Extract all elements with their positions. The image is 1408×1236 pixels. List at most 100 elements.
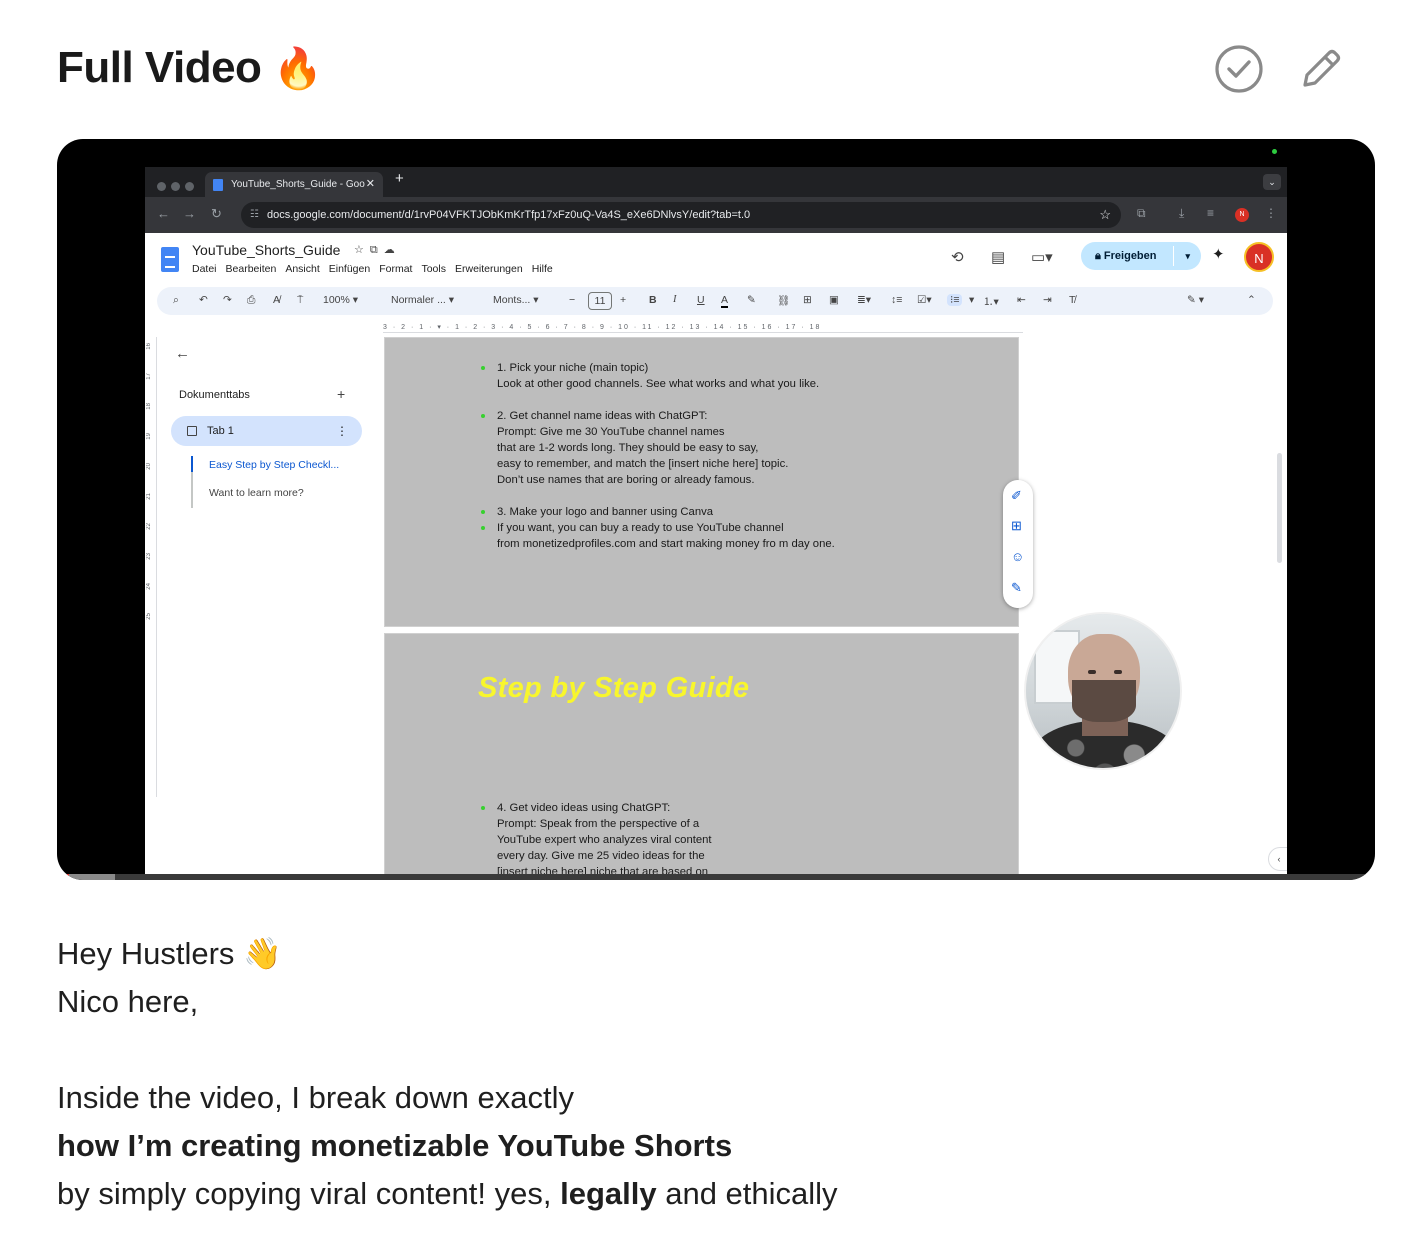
- spellcheck-icon: A̸: [273, 294, 281, 306]
- video-progress-bar[interactable]: [57, 874, 1375, 880]
- text-line: Prompt: Speak from the perspective of a: [497, 818, 700, 830]
- docs-logo-icon: [161, 247, 179, 272]
- legally-bold: legally: [560, 1176, 657, 1211]
- docs-tab-icon: [213, 179, 223, 191]
- line-spacing-icon: ↕≡: [891, 294, 903, 306]
- wave-emoji: 👋: [243, 936, 282, 971]
- font-select: Monts... ▾: [493, 294, 539, 306]
- bullet-line: 2. Get channel name ideas with ChatGPT:: [481, 408, 835, 424]
- text-color-icon: A: [721, 294, 729, 308]
- bullet-dropdown-icon: ▾: [969, 294, 975, 306]
- text-line: [497, 392, 835, 408]
- text-line: YouTube expert who analyzes viral conten…: [497, 834, 712, 846]
- bookmark-star-icon: ☆: [1099, 207, 1111, 222]
- address-bar: ← → ↻ ☷ docs.google.com/document/d/1rvP0…: [145, 197, 1287, 233]
- page2-text: 4. Get video ideas using ChatGPT: Prompt:…: [481, 800, 712, 880]
- outline-item: Want to learn more?: [209, 487, 304, 499]
- description-bold-line: how I’m creating monetizable YouTube Sho…: [57, 1122, 1357, 1170]
- document-tabs-title: Dokumenttabs: [179, 389, 250, 401]
- reading-list-icon: ≡: [1207, 206, 1215, 220]
- suggest-edit-icon: ✎: [1011, 580, 1022, 595]
- increase-indent-icon: ⇥: [1043, 294, 1052, 306]
- new-tab-icon: +: [395, 170, 404, 187]
- text-line: Don’t use names that are boring or alrea…: [497, 474, 755, 486]
- highlight-icon: ✎: [747, 294, 756, 306]
- vruler-mark: 20: [146, 463, 152, 470]
- bullet-line: 3. Make your logo and banner using Canva: [481, 504, 835, 520]
- edit-button[interactable]: [1296, 44, 1346, 94]
- fire-emoji: 🔥: [273, 47, 323, 91]
- back-arrow-icon: ←: [157, 206, 170, 221]
- image-icon: ▣: [829, 294, 839, 306]
- menu-einfuegen: Einfügen: [328, 263, 371, 275]
- webcam-overlay: [1024, 612, 1182, 770]
- menu-bearbeiten: Bearbeiten: [225, 263, 277, 275]
- description: Hey Hustlers 👋 Nico here, Inside the vid…: [57, 930, 1357, 1218]
- horizontal-ruler: 3 · 2 · 1 · ▾ · 1 · 2 · 3 · 4 · 5 · 6 · …: [383, 323, 1023, 333]
- text-line: every day. Give me 25 video ideas for th…: [497, 850, 705, 862]
- pencil-icon: [1303, 49, 1341, 87]
- header: Full Video 🔥: [57, 38, 1358, 98]
- docs-user-avatar: N: [1244, 242, 1274, 272]
- browser-tab-title: YouTube_Shorts_Guide - Goo: [231, 179, 365, 190]
- menu-format: Format: [379, 263, 413, 275]
- docs-header: YouTube_Shorts_Guide ☆⧉☁ Datei Bearbeiten…: [145, 233, 1287, 283]
- gemini-sparkle-icon: ✦: [1212, 246, 1225, 263]
- description-line-legal: by simply copying viral content! yes, le…: [57, 1170, 1357, 1218]
- share-label: Freigeben: [1103, 250, 1157, 262]
- reload-icon: ↻: [211, 206, 222, 221]
- text-line: that are 1-2 words long. They should be …: [497, 442, 759, 454]
- document-tabs-sidebar: ← Dokumenttabs + Tab 1 ⋮ Easy Step by St…: [171, 339, 371, 539]
- video-player[interactable]: YouTube_Shorts_Guide - Goo ✕ + ⌄ ← → ↻ ☷…: [57, 139, 1375, 880]
- menu-ansicht: Ansicht: [285, 263, 320, 275]
- bullet-line: If you want, you can buy a ready to use …: [481, 520, 835, 536]
- bold-icon: B: [649, 294, 657, 306]
- redo-icon: ↷: [223, 294, 232, 306]
- clear-formatting-icon: T̸: [1069, 294, 1076, 306]
- add-comment-float-icon: ⊞: [1011, 518, 1022, 533]
- docs-toolbar: ⌕ ↶ ↷ ⎙ A̸ ⍑ 100% ▾ Normaler ... ▾ Monts…: [157, 287, 1273, 315]
- extensions-icon: ⧉: [1137, 206, 1146, 220]
- paint-format-icon: ⍑: [297, 294, 304, 306]
- url-text: docs.google.com/document/d/1rvP04VFKTJOb…: [267, 209, 751, 221]
- menu-tools: Tools: [421, 263, 446, 275]
- video-frame-browser: YouTube_Shorts_Guide - Goo ✕ + ⌄ ← → ↻ ☷…: [145, 167, 1287, 880]
- vruler-mark: 17: [146, 373, 152, 380]
- print-icon: ⎙: [247, 294, 256, 306]
- intro-line: Nico here,: [57, 984, 199, 1019]
- doc-tab-label: Tab 1: [207, 425, 234, 437]
- vruler-mark: 25: [146, 613, 152, 620]
- recording-dot: [1272, 149, 1277, 154]
- share-button: 🔒︎ Freigeben ▾: [1081, 242, 1201, 270]
- browser-profile-avatar: N: [1235, 208, 1249, 222]
- numbered-list-icon: ⒈▾: [983, 296, 999, 308]
- greeting-text: Hey Hustlers: [57, 936, 235, 971]
- add-tab-icon: +: [337, 386, 346, 402]
- lock-icon: 🔒︎: [1095, 250, 1104, 262]
- italic-icon: I: [673, 294, 677, 305]
- window-controls: [157, 178, 199, 196]
- vruler-mark: 24: [146, 583, 152, 590]
- text-line: [497, 488, 835, 504]
- tab-more-icon: ⋮: [336, 424, 348, 438]
- browser-tabbar: YouTube_Shorts_Guide - Goo ✕ + ⌄: [145, 167, 1287, 197]
- vruler-mark: 19: [146, 433, 152, 440]
- history-icon: ⟲: [951, 249, 964, 266]
- mark-complete-button[interactable]: [1214, 44, 1264, 94]
- doc-scrollbar: [1277, 453, 1282, 563]
- doc-tab-item: Tab 1 ⋮: [171, 416, 362, 446]
- comment-icon: ▤: [991, 249, 1006, 266]
- menu-erweiterungen: Erweiterungen: [454, 263, 523, 275]
- site-settings-icon: ☷: [250, 209, 259, 220]
- decrease-indent-icon: ⇤: [1017, 294, 1026, 306]
- meet-icon: ▭▾: [1031, 249, 1053, 266]
- outline-item-active: Easy Step by Step Checkl...: [209, 459, 340, 471]
- text-line: from monetizedprofiles.com and start mak…: [497, 538, 835, 550]
- font-value: Monts...: [493, 294, 531, 306]
- greeting-line: Hey Hustlers 👋: [57, 930, 1357, 978]
- page-title: Full Video 🔥: [57, 38, 1358, 99]
- decrease-font-icon: −: [569, 294, 576, 306]
- ai-edit-icon: ✐: [1011, 488, 1022, 503]
- tab-search-icon: ⌄: [1263, 174, 1281, 190]
- vruler-mark: 21: [146, 493, 152, 500]
